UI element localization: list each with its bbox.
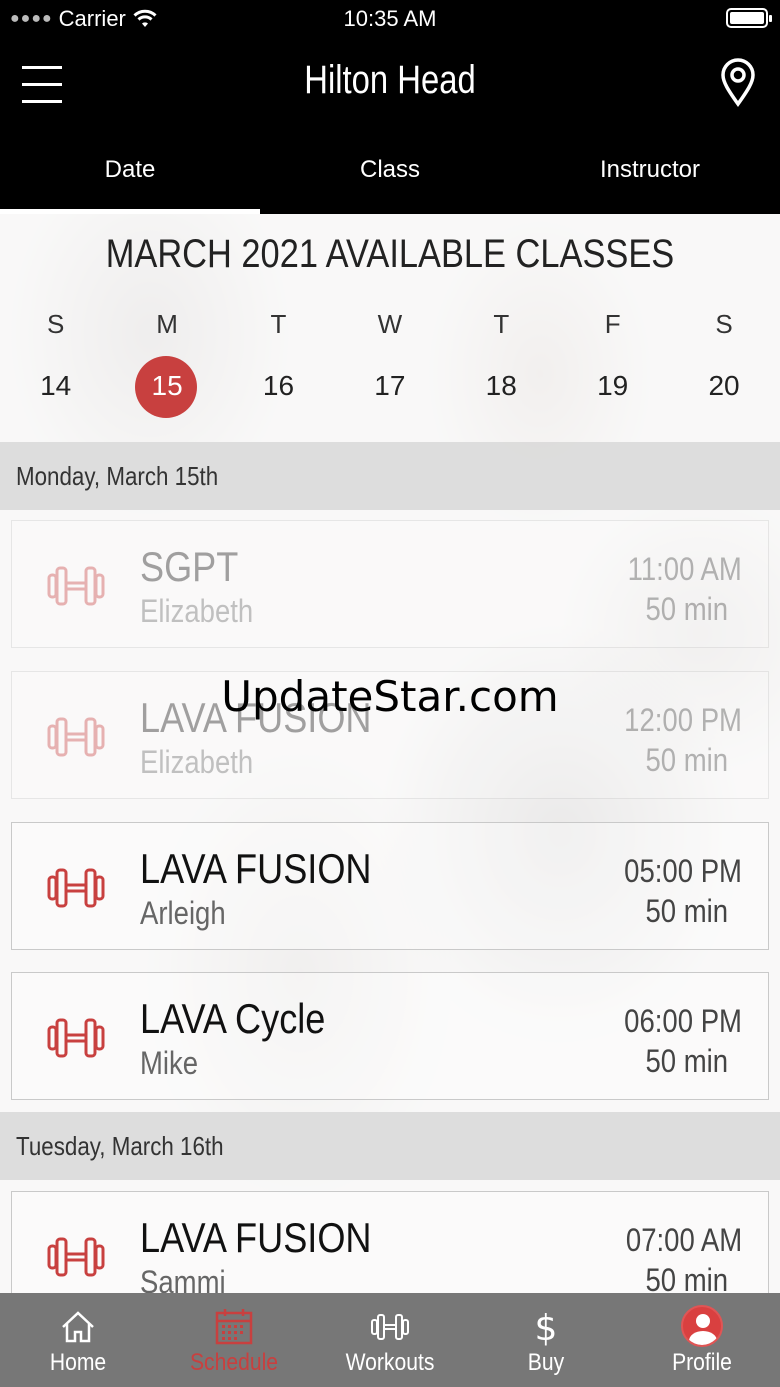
svg-text:$: $ — [535, 1308, 558, 1347]
date-cell[interactable]: 19 — [557, 354, 668, 418]
filter-tabs: Date Class Instructor — [0, 124, 780, 214]
class-time: 05:00 PM — [624, 853, 742, 889]
class-card[interactable]: LAVA Cycle Mike 06:00 PM 50 min — [11, 972, 769, 1100]
calendar-icon — [215, 1309, 253, 1345]
dumbbell-icon — [47, 1018, 105, 1058]
class-instructor: Elizabeth — [140, 744, 254, 780]
tab-class[interactable]: Class — [260, 124, 520, 214]
date-cell[interactable]: 17 — [334, 354, 445, 418]
weekday-letter: T — [270, 309, 287, 339]
class-instructor: Mike — [140, 1045, 199, 1081]
day-section-header: Monday, March 15th — [0, 442, 780, 510]
class-instructor: Sammi — [140, 1264, 226, 1293]
class-name: LAVA Cycle — [140, 995, 326, 1042]
hamburger-menu-icon[interactable] — [22, 66, 62, 104]
tab-date[interactable]: Date — [0, 124, 260, 214]
class-name: LAVA FUSION — [140, 845, 372, 892]
class-card[interactable]: LAVA FUSION Arleigh 05:00 PM 50 min — [11, 822, 769, 950]
dumbbell-icon — [47, 566, 105, 606]
tab-bar-profile[interactable]: Profile — [624, 1293, 780, 1387]
date-cell[interactable]: 18 — [446, 354, 557, 418]
dumbbell-icon — [47, 868, 105, 908]
class-duration: 50 min — [645, 1043, 728, 1079]
date-cell[interactable]: 20 — [668, 354, 779, 418]
date-cell[interactable]: 14 — [0, 354, 111, 418]
class-instructor: Arleigh — [140, 895, 226, 931]
status-bar: ●●●● Carrier 10:35 AM — [0, 0, 780, 44]
clock: 10:35 AM — [343, 6, 437, 31]
class-instructor: Elizabeth — [140, 593, 254, 629]
class-card[interactable]: LAVA FUSION Sammi 07:00 AM 50 min — [11, 1191, 769, 1293]
tab-bar-label: Workouts — [345, 1349, 435, 1376]
tab-bar-label: Profile — [672, 1349, 732, 1376]
class-duration: 50 min — [645, 591, 728, 627]
location-pin-icon[interactable] — [718, 58, 758, 108]
bottom-tab-bar: Home Schedule Workouts $ Buy Profile — [0, 1293, 780, 1387]
weekday-header-row: S M T W T F S — [0, 304, 780, 344]
weekday-letter: S — [47, 309, 65, 339]
tab-bar-workouts[interactable]: Workouts — [312, 1293, 468, 1387]
weekday-letter: T — [493, 309, 510, 339]
date-cell[interactable]: 16 — [223, 354, 334, 418]
date-cell-selected[interactable]: 15 — [111, 354, 222, 418]
class-name: LAVA FUSION — [140, 1214, 372, 1261]
day-label: Tuesday, March 16th — [16, 1131, 224, 1161]
page-title: Hilton Head — [304, 58, 476, 102]
home-icon — [62, 1311, 94, 1343]
weekday-letter: F — [604, 309, 621, 339]
weekday-letter: M — [156, 309, 178, 339]
class-name: SGPT — [140, 543, 239, 590]
tab-instructor[interactable]: Instructor — [520, 124, 780, 214]
schedule-content[interactable]: MARCH 2021 AVAILABLE CLASSES S M T W T F… — [0, 214, 780, 1293]
class-card[interactable]: SGPT Elizabeth 11:00 AM 50 min — [11, 520, 769, 648]
tab-bar-label: Schedule — [189, 1349, 279, 1376]
class-time: 06:00 PM — [624, 1003, 742, 1039]
class-time: 07:00 AM — [625, 1222, 742, 1258]
profile-avatar-icon — [681, 1305, 723, 1347]
date-picker-row: 14 15 16 17 18 19 20 — [0, 354, 780, 418]
date-number: 15 — [151, 370, 183, 401]
tab-bar-home[interactable]: Home — [0, 1293, 156, 1387]
calendar-title: MARCH 2021 AVAILABLE CLASSES — [105, 232, 675, 276]
day-section-header: Tuesday, March 16th — [0, 1112, 780, 1180]
tab-bar-buy[interactable]: $ Buy — [468, 1293, 624, 1387]
dumbbell-icon — [47, 1237, 105, 1277]
weekday-letter: W — [377, 309, 403, 339]
dollar-icon: $ — [535, 1308, 558, 1347]
tab-bar-label: Buy — [527, 1349, 565, 1376]
weekday-letter: S — [715, 309, 733, 339]
dumbbell-icon — [371, 1314, 409, 1340]
class-duration: 50 min — [645, 742, 728, 778]
tab-bar-schedule[interactable]: Schedule — [156, 1293, 312, 1387]
battery-icon — [726, 8, 772, 28]
dumbbell-icon — [47, 717, 105, 757]
watermark-text: UpdateStar.com — [221, 672, 559, 721]
class-time: 11:00 AM — [627, 551, 742, 587]
class-duration: 50 min — [645, 1262, 728, 1293]
class-duration: 50 min — [645, 893, 728, 929]
day-label: Monday, March 15th — [16, 461, 219, 491]
nav-bar: Hilton Head — [0, 44, 780, 124]
tab-bar-label: Home — [49, 1349, 107, 1376]
